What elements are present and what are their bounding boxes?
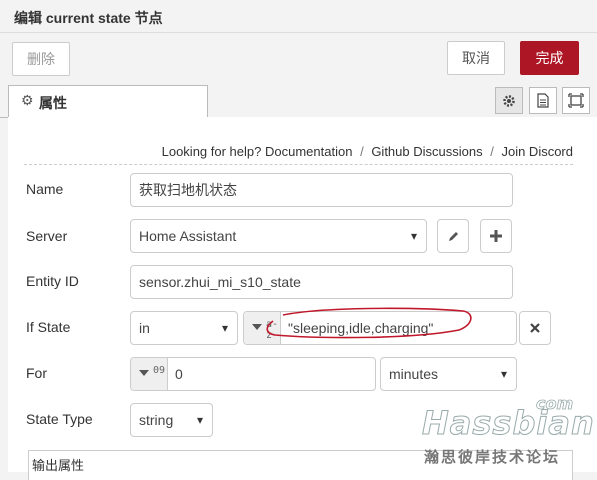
if-state-operator-value: in — [139, 320, 150, 336]
add-server-button[interactable] — [480, 219, 512, 253]
help-links: Looking for help? Documentation / Github… — [162, 144, 573, 159]
number-type-icon: 09 — [153, 365, 166, 376]
for-label: For — [26, 365, 47, 381]
chevron-down-icon: ▾ — [196, 413, 203, 427]
cancel-button[interactable]: 取消 — [447, 41, 505, 75]
chevron-down-icon: ▾ — [500, 367, 507, 381]
output-properties-label: 输出属性 — [32, 458, 85, 473]
server-select[interactable]: Home Assistant ▾ — [130, 219, 427, 253]
chevron-down-icon: ▾ — [410, 229, 417, 243]
server-label: Server — [26, 228, 68, 244]
pencil-icon — [448, 231, 458, 241]
if-state-operator-select[interactable]: in ▾ — [130, 311, 238, 345]
name-label: Name — [26, 181, 64, 197]
caret-down-icon — [252, 324, 262, 330]
description-tab-button[interactable] — [529, 87, 557, 114]
settings-tab-button[interactable] — [495, 87, 523, 114]
done-button[interactable]: 完成 — [520, 41, 579, 75]
close-icon — [530, 323, 540, 333]
gear-icon — [503, 94, 515, 107]
name-input[interactable]: 获取扫地机状态 — [130, 173, 513, 207]
state-type-label: State Type — [26, 411, 93, 427]
tab-properties-label: 属性 — [39, 95, 67, 111]
for-typed-input[interactable]: 09 0 — [130, 357, 376, 391]
gear-icon: ⚙ — [21, 92, 34, 108]
divider — [24, 164, 573, 165]
dialog-title: 编辑 current state 节点 — [14, 10, 163, 26]
plus-icon — [490, 230, 502, 242]
dialog-header: 编辑 current state 节点 — [0, 0, 597, 33]
clear-if-state-button[interactable] — [519, 311, 551, 345]
tab-properties[interactable]: ⚙ 属性 — [8, 85, 208, 117]
for-unit-select[interactable]: minutes ▾ — [380, 357, 517, 391]
help-separator: / — [490, 144, 494, 159]
state-type-select[interactable]: string ▾ — [130, 403, 213, 437]
help-prefix: Looking for help? — [161, 144, 262, 159]
github-discussions-link[interactable]: Github Discussions — [371, 144, 482, 159]
for-value: 0 — [175, 366, 183, 382]
entity-id-input[interactable]: sensor.zhui_mi_s10_state — [130, 265, 513, 299]
documentation-link[interactable]: Documentation — [265, 144, 352, 159]
watermark: Hassbian com 瀚思彼岸技术论坛 — [420, 392, 595, 472]
entity-id-label: Entity ID — [26, 273, 79, 289]
watermark-chinese: 瀚思彼岸技术论坛 — [424, 449, 561, 466]
state-type-value: string — [139, 412, 174, 428]
delete-button[interactable]: 删除 — [12, 42, 70, 76]
caret-down-icon — [139, 370, 149, 376]
tab-bar: ⚙ 属性 — [0, 85, 597, 118]
for-type-selector[interactable]: 09 — [131, 358, 168, 390]
for-unit-value: minutes — [389, 366, 439, 382]
watermark-com: com — [536, 394, 574, 414]
document-icon — [537, 93, 549, 108]
annotation-circle — [266, 307, 472, 339]
help-separator: / — [360, 144, 364, 159]
server-value: Home Assistant — [139, 228, 237, 244]
appearance-tab-button[interactable] — [562, 87, 590, 114]
edit-server-button[interactable] — [437, 219, 469, 253]
frame-icon — [568, 93, 584, 108]
if-state-label: If State — [26, 319, 71, 335]
chevron-down-icon: ▾ — [221, 321, 228, 335]
join-discord-link[interactable]: Join Discord — [501, 144, 573, 159]
